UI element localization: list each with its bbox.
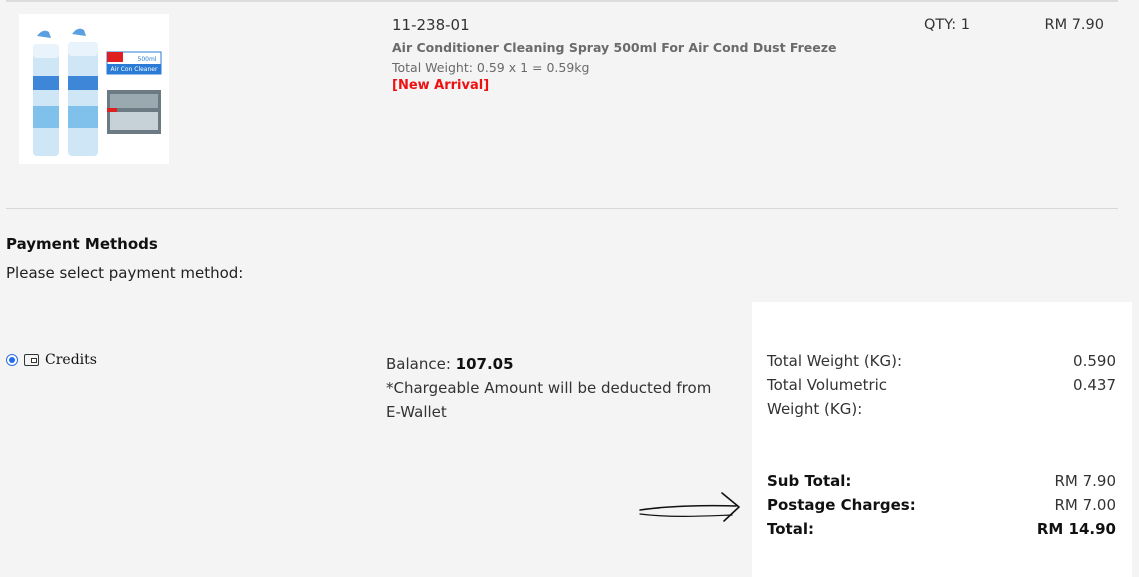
subtotal-value: RM 7.90 xyxy=(1054,472,1116,490)
subtotal-label: Sub Total: xyxy=(767,472,852,490)
summary-postage: Postage Charges: RM 7.00 xyxy=(767,493,1116,517)
image-volume: 500ml xyxy=(138,56,157,63)
total-weight-label: Total Weight (KG): xyxy=(767,352,903,370)
ewallet-note: *Chargeable Amount will be deducted from… xyxy=(386,379,712,421)
volumetric-weight-label: Total Volumetric Weight (KG): xyxy=(767,376,888,418)
total-weight-value: 0.590 xyxy=(1073,352,1116,370)
total-value: RM 14.90 xyxy=(1036,520,1116,538)
postage-label: Postage Charges: xyxy=(767,496,916,514)
product-sku: 11-238-01 xyxy=(392,16,470,34)
summary-total-weight: Total Weight (KG): 0.590 xyxy=(767,349,1116,373)
payment-methods-heading: Payment Methods xyxy=(6,235,158,253)
top-divider xyxy=(6,0,1118,2)
section-divider xyxy=(6,208,1118,209)
summary-total: Total: RM 14.90 xyxy=(767,517,1116,541)
annotation-arrow-icon xyxy=(639,492,740,522)
product-quantity: QTY: 1 xyxy=(924,17,970,33)
order-summary: Total Weight (KG): 0.590 Total Volumetri… xyxy=(752,302,1132,577)
volumetric-weight-value: 0.437 xyxy=(1073,376,1116,394)
balance-label: Balance: xyxy=(386,355,451,373)
total-label: Total: xyxy=(767,520,814,538)
balance-value: 107.05 xyxy=(455,355,514,373)
payment-option-credits[interactable]: Credits xyxy=(6,352,97,368)
credits-radio[interactable] xyxy=(6,354,18,366)
balance-info: Balance: 107.05 *Chargeable Amount will … xyxy=(386,352,716,424)
new-arrival-badge: [New Arrival] xyxy=(392,78,490,93)
product-weight: Total Weight: 0.59 x 1 = 0.59kg xyxy=(392,60,590,75)
postage-value: RM 7.00 xyxy=(1054,496,1116,514)
summary-subtotal: Sub Total: RM 7.90 xyxy=(767,469,1116,493)
spray-can-image: Air Con Cleaner 500ml xyxy=(19,14,169,164)
product-image[interactable]: Air Con Cleaner 500ml xyxy=(19,14,169,164)
product-price: RM 7.90 xyxy=(1044,17,1104,33)
summary-volumetric-weight: Total Volumetric Weight (KG): 0.437 xyxy=(767,373,1116,421)
payment-methods-instruction: Please select payment method: xyxy=(6,264,244,282)
wallet-icon xyxy=(24,354,39,366)
product-name[interactable]: Air Conditioner Cleaning Spray 500ml For… xyxy=(392,40,837,55)
image-label: Air Con Cleaner xyxy=(111,66,158,73)
credits-label: Credits xyxy=(45,352,97,368)
